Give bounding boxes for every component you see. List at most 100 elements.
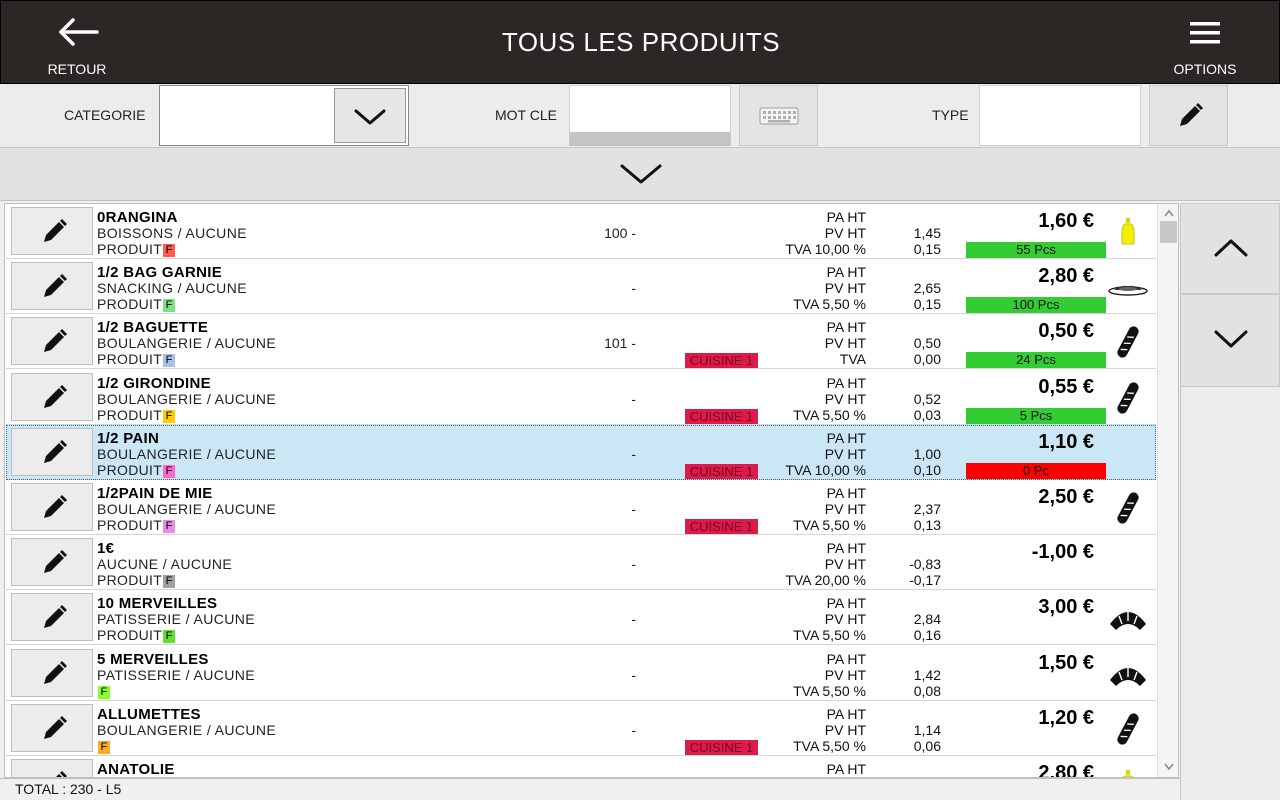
sale-price-ht: 1,42 bbox=[913, 667, 941, 683]
product-row[interactable]: 1/2PAIN DE MIE BOULANGERIE / AUCUNE PRODUI… bbox=[6, 480, 1156, 535]
product-price: 3,00 € bbox=[1038, 596, 1094, 618]
sale-price-label: PV HT bbox=[824, 335, 866, 351]
category-dropdown-button[interactable] bbox=[334, 88, 406, 143]
product-name: 1/2 BAGUETTE bbox=[97, 319, 209, 336]
product-price: 2,80 € bbox=[1038, 762, 1094, 778]
pencil-icon bbox=[56, 771, 67, 777]
scroll-down-arrow-icon[interactable] bbox=[1163, 762, 1175, 772]
total-count: TOTAL : 230 - L5 bbox=[15, 781, 122, 797]
format-badge: F bbox=[163, 244, 176, 257]
purchase-price-label: PA HT bbox=[826, 264, 866, 280]
product-row[interactable]: 1/2 BAG GARNIE SNACKING / AUCUNE PRODUIT F -… bbox=[6, 259, 1156, 314]
product-name: 5 MERVEILLES bbox=[97, 651, 209, 668]
product-code: - bbox=[631, 556, 636, 572]
baguette-icon bbox=[1108, 713, 1148, 745]
keyword-input[interactable] bbox=[569, 85, 731, 146]
product-code: 101 - bbox=[604, 335, 636, 351]
product-row[interactable]: 1€ AUCUNE / AUCUNE PRODUIT F - PA HT PV HT -0,8… bbox=[6, 535, 1156, 590]
sale-price-label: PV HT bbox=[824, 446, 866, 462]
menu-icon bbox=[1190, 22, 1220, 44]
keyboard-icon bbox=[759, 107, 799, 125]
format-badge: F bbox=[163, 520, 176, 533]
keyboard-button[interactable] bbox=[739, 85, 818, 146]
product-price: 1,10 € bbox=[1038, 431, 1094, 453]
chevron-down-icon bbox=[620, 164, 662, 184]
pencil-icon bbox=[44, 661, 67, 684]
type-input[interactable] bbox=[979, 85, 1141, 146]
stock-badge: 0 Pc bbox=[966, 463, 1106, 479]
product-type: PRODUIT F bbox=[97, 462, 176, 478]
plate-icon bbox=[1108, 271, 1148, 303]
product-row[interactable]: ANATOLIE PA HT 2,80 € bbox=[6, 756, 1156, 778]
scrollbar-thumb[interactable] bbox=[1160, 221, 1177, 243]
product-name: ALLUMETTES bbox=[97, 706, 201, 723]
pencil-icon bbox=[44, 274, 67, 297]
purchase-price-label: PA HT bbox=[826, 540, 866, 556]
header-bar: RETOUR TOUS LES PRODUITS OPTIONS bbox=[0, 0, 1280, 84]
category-select[interactable] bbox=[159, 85, 409, 146]
product-type: PRODUIT F bbox=[97, 407, 176, 423]
edit-product-button[interactable] bbox=[11, 538, 93, 586]
tva-label: TVA 5,50 % bbox=[793, 683, 866, 699]
sale-price-label: PV HT bbox=[824, 501, 866, 517]
purchase-price-label: PA HT bbox=[826, 375, 866, 391]
tva-label: TVA 10,00 % bbox=[785, 241, 866, 257]
edit-product-button[interactable] bbox=[11, 373, 93, 421]
type-edit-button[interactable] bbox=[1149, 85, 1228, 146]
product-code: - bbox=[631, 722, 636, 738]
side-panel bbox=[1180, 387, 1280, 800]
pencil-icon bbox=[44, 495, 67, 518]
edit-product-button[interactable] bbox=[11, 649, 93, 697]
edit-product-button[interactable] bbox=[11, 593, 93, 641]
product-category: BOULANGERIE / AUCUNE bbox=[97, 335, 277, 351]
edit-product-button[interactable] bbox=[11, 704, 93, 752]
product-name: 10 MERVEILLES bbox=[97, 595, 218, 612]
product-row[interactable]: 1/2 GIRONDINE BOULANGERIE / AUCUNE PRODUIT… bbox=[6, 370, 1156, 425]
purchase-price-label: PA HT bbox=[826, 706, 866, 722]
product-code: 100 - bbox=[604, 225, 636, 241]
product-type-label: PRODUIT bbox=[97, 627, 163, 643]
expand-filters-button[interactable] bbox=[0, 148, 1280, 201]
edit-product-button[interactable] bbox=[11, 428, 93, 476]
edit-product-button[interactable] bbox=[11, 262, 93, 310]
tva-label: TVA 5,50 % bbox=[793, 407, 866, 423]
app-window: RETOUR TOUS LES PRODUITS OPTIONS CATEGOR… bbox=[0, 0, 1280, 800]
sale-price-ht: 1,00 bbox=[913, 446, 941, 462]
edit-product-button[interactable] bbox=[11, 483, 93, 531]
product-category: BOULANGERIE / AUCUNE bbox=[97, 722, 277, 738]
product-row[interactable]: 1/2 BAGUETTE BOULANGERIE / AUCUNE PRODUIT F… bbox=[6, 314, 1156, 369]
product-list: 0RANGINA BOISSONS / AUCUNE PRODUIT F 100 - PA… bbox=[4, 203, 1179, 778]
product-name: 1/2 GIRONDINE bbox=[97, 375, 211, 392]
edit-product-button[interactable] bbox=[11, 759, 93, 777]
scroll-up-arrow-icon[interactable] bbox=[1163, 208, 1175, 218]
product-row[interactable]: 1/2 PAIN BOULANGERIE / AUCUNE PRODUIT F - CUI… bbox=[6, 425, 1156, 480]
croissant-icon bbox=[1108, 658, 1148, 690]
tva-label: TVA 10,00 % bbox=[785, 462, 866, 478]
format-badge: F bbox=[163, 410, 176, 423]
pencil-icon bbox=[44, 385, 67, 408]
tva-amount: 0,10 bbox=[913, 462, 941, 478]
page-up-button[interactable] bbox=[1180, 203, 1280, 294]
product-type: PRODUIT F bbox=[97, 241, 176, 257]
product-row[interactable]: ALLUMETTES BOULANGERIE / AUCUNE F - CUISINE … bbox=[6, 701, 1156, 756]
product-category: BOULANGERIE / AUCUNE bbox=[97, 501, 277, 517]
edit-product-button[interactable] bbox=[11, 317, 93, 365]
product-name: 1/2PAIN DE MIE bbox=[97, 485, 213, 502]
edit-product-button[interactable] bbox=[11, 207, 93, 255]
stock-badge: 100 Pcs bbox=[966, 297, 1106, 313]
product-code: - bbox=[631, 667, 636, 683]
product-code: - bbox=[631, 501, 636, 517]
tva-amount: 0,08 bbox=[913, 683, 941, 699]
scrollbar[interactable] bbox=[1157, 204, 1178, 777]
sale-price-label: PV HT bbox=[824, 556, 866, 572]
product-row[interactable]: 5 MERVEILLES PATISSERIE / AUCUNE F - PA HT PV… bbox=[6, 646, 1156, 701]
product-type-label: PRODUIT bbox=[97, 407, 163, 423]
product-row[interactable]: 10 MERVEILLES PATISSERIE / AUCUNE PRODUIT F… bbox=[6, 590, 1156, 645]
sale-price-ht: 2,84 bbox=[913, 611, 941, 627]
options-button[interactable]: OPTIONS bbox=[1161, 11, 1249, 79]
product-category: PATISSERIE / AUCUNE bbox=[97, 611, 256, 627]
product-row[interactable]: 0RANGINA BOISSONS / AUCUNE PRODUIT F 100 - PA… bbox=[6, 204, 1156, 259]
pencil-icon bbox=[1180, 103, 1203, 126]
tva-label: TVA 20,00 % bbox=[785, 572, 866, 588]
page-down-button[interactable] bbox=[1180, 294, 1280, 387]
